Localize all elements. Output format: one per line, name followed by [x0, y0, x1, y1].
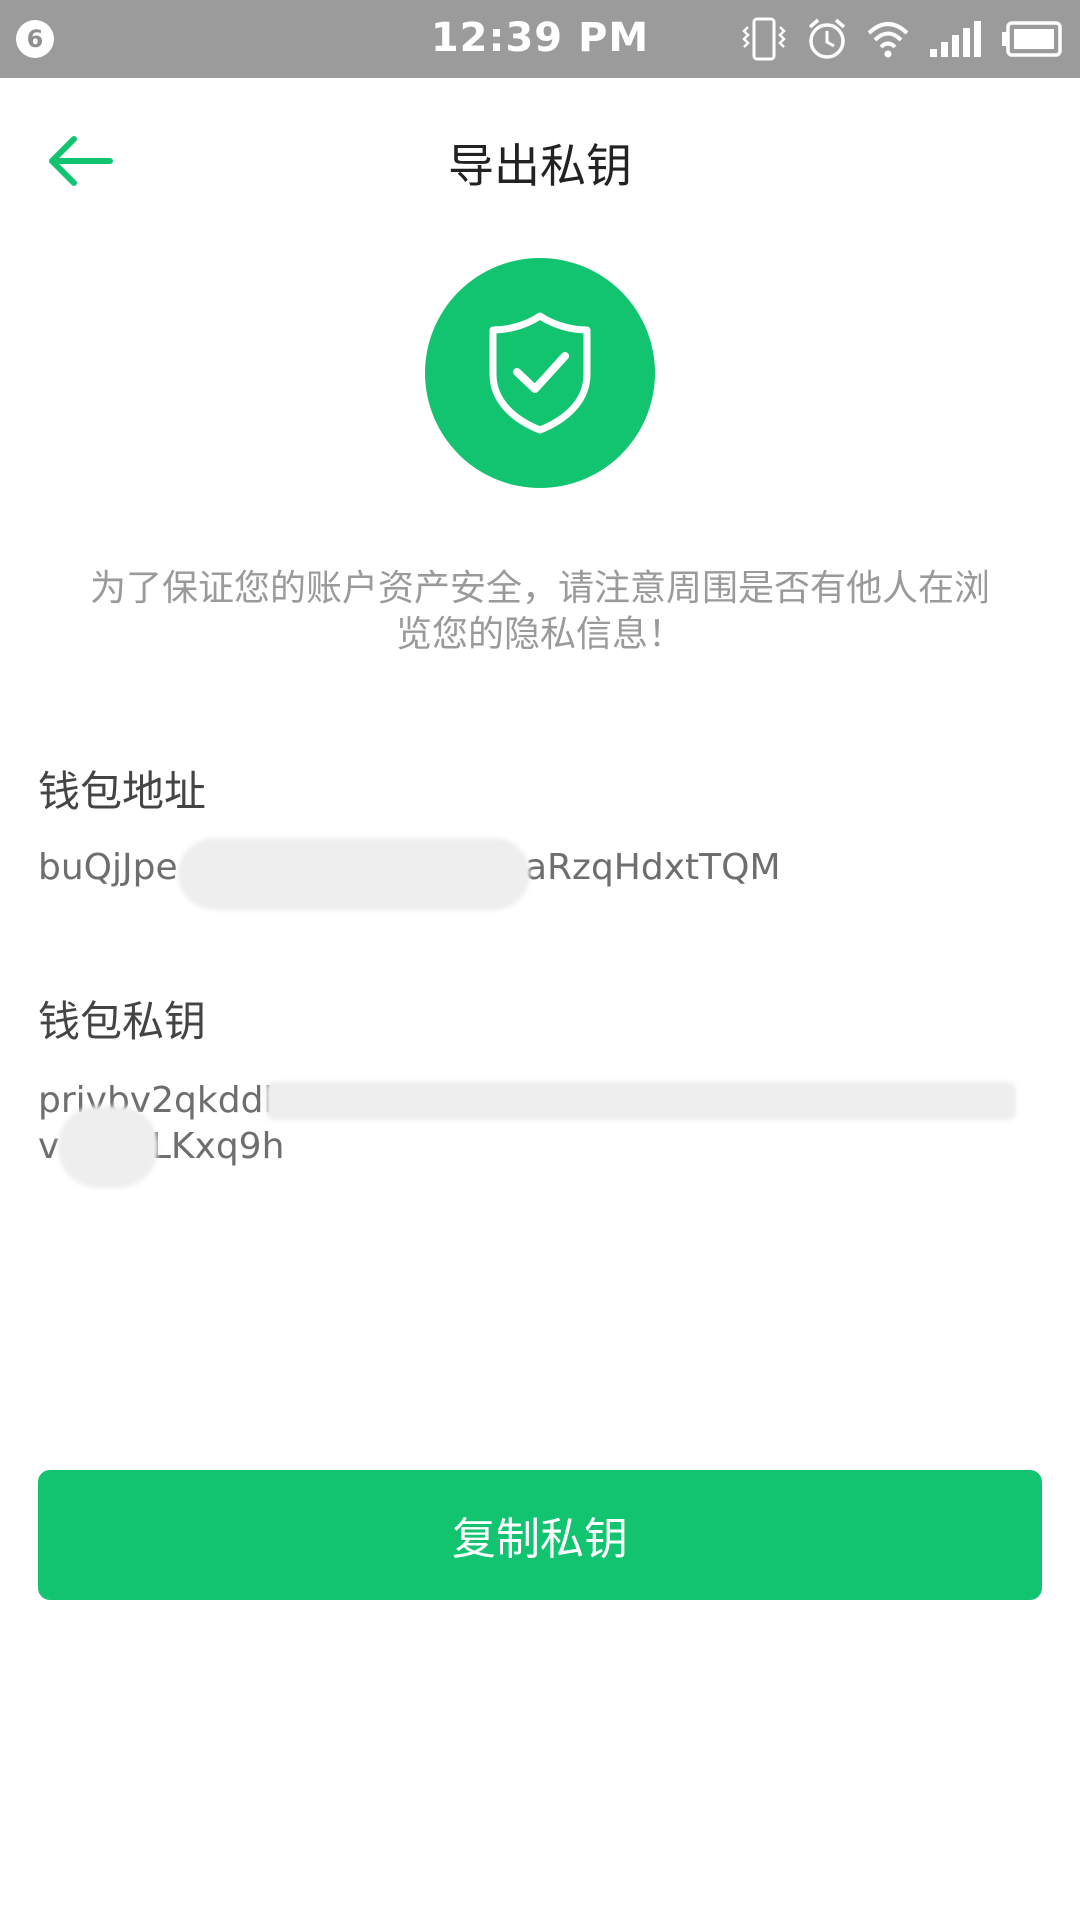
wallet-address-label: 钱包地址 — [38, 767, 207, 816]
page-title: 导出私钥 — [448, 139, 632, 193]
redaction-mask — [178, 838, 530, 910]
status-icons — [740, 16, 1062, 62]
vibrate-icon — [742, 17, 786, 61]
wifi-icon — [867, 22, 909, 58]
copy-private-key-button[interactable]: 复制私钥 — [38, 1470, 1042, 1600]
alarm-icon — [808, 18, 846, 59]
signal-icon — [930, 21, 981, 57]
redaction-mask — [58, 1106, 158, 1188]
shield-check-icon — [489, 312, 591, 434]
header: 导出私钥 — [0, 78, 1080, 248]
status-bar: 6 12:39 PM — [0, 0, 1080, 78]
private-key-line-2: v LKxq9h — [38, 1126, 285, 1167]
redaction-mask — [266, 1082, 1016, 1120]
battery-icon — [1002, 21, 1062, 57]
private-key-label: 钱包私钥 — [38, 997, 207, 1046]
security-warning: 为了保证您的账户资产安全，请注意周围是否有他人在浏览您的隐私信息！ — [89, 568, 990, 655]
shield-badge — [425, 258, 655, 488]
